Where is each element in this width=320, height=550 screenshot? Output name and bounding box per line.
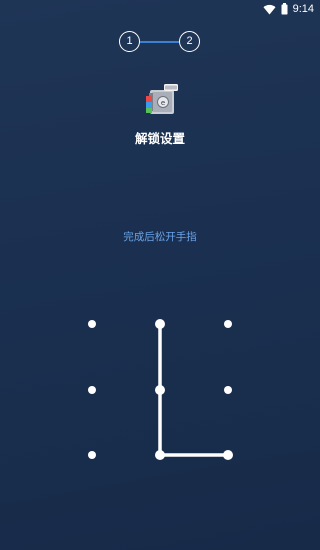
app-lock-icon: e (144, 84, 178, 118)
pattern-dot-5[interactable] (155, 385, 165, 395)
pattern-dot-2[interactable] (155, 319, 165, 329)
battery-icon (281, 0, 288, 19)
wifi-icon (263, 0, 276, 19)
step-connector (140, 41, 179, 43)
instruction-text: 完成后松开手指 (123, 231, 197, 243)
pattern-dot-4[interactable] (88, 386, 96, 394)
pattern-path-line (158, 322, 230, 457)
pattern-dot-1[interactable] (88, 320, 96, 328)
pattern-lock-pad[interactable] (60, 295, 260, 485)
svg-text:e: e (161, 99, 165, 107)
pattern-canvas[interactable] (60, 295, 260, 485)
pattern-dot-3[interactable] (224, 320, 232, 328)
step-2: 2 (179, 31, 200, 52)
status-right: 9:14 (263, 2, 314, 16)
pattern-dot-6[interactable] (224, 386, 232, 394)
step-1: 1 (119, 31, 140, 52)
step-indicator: 1 2 (118, 31, 202, 53)
pattern-dot-7[interactable] (88, 451, 96, 459)
page-title: 解锁设置 (134, 131, 185, 146)
status-bar: 9:14 (0, 0, 320, 18)
pattern-dot-8[interactable] (155, 450, 165, 460)
status-time: 9:14 (292, 3, 314, 15)
pattern-dot-9[interactable] (223, 450, 233, 460)
